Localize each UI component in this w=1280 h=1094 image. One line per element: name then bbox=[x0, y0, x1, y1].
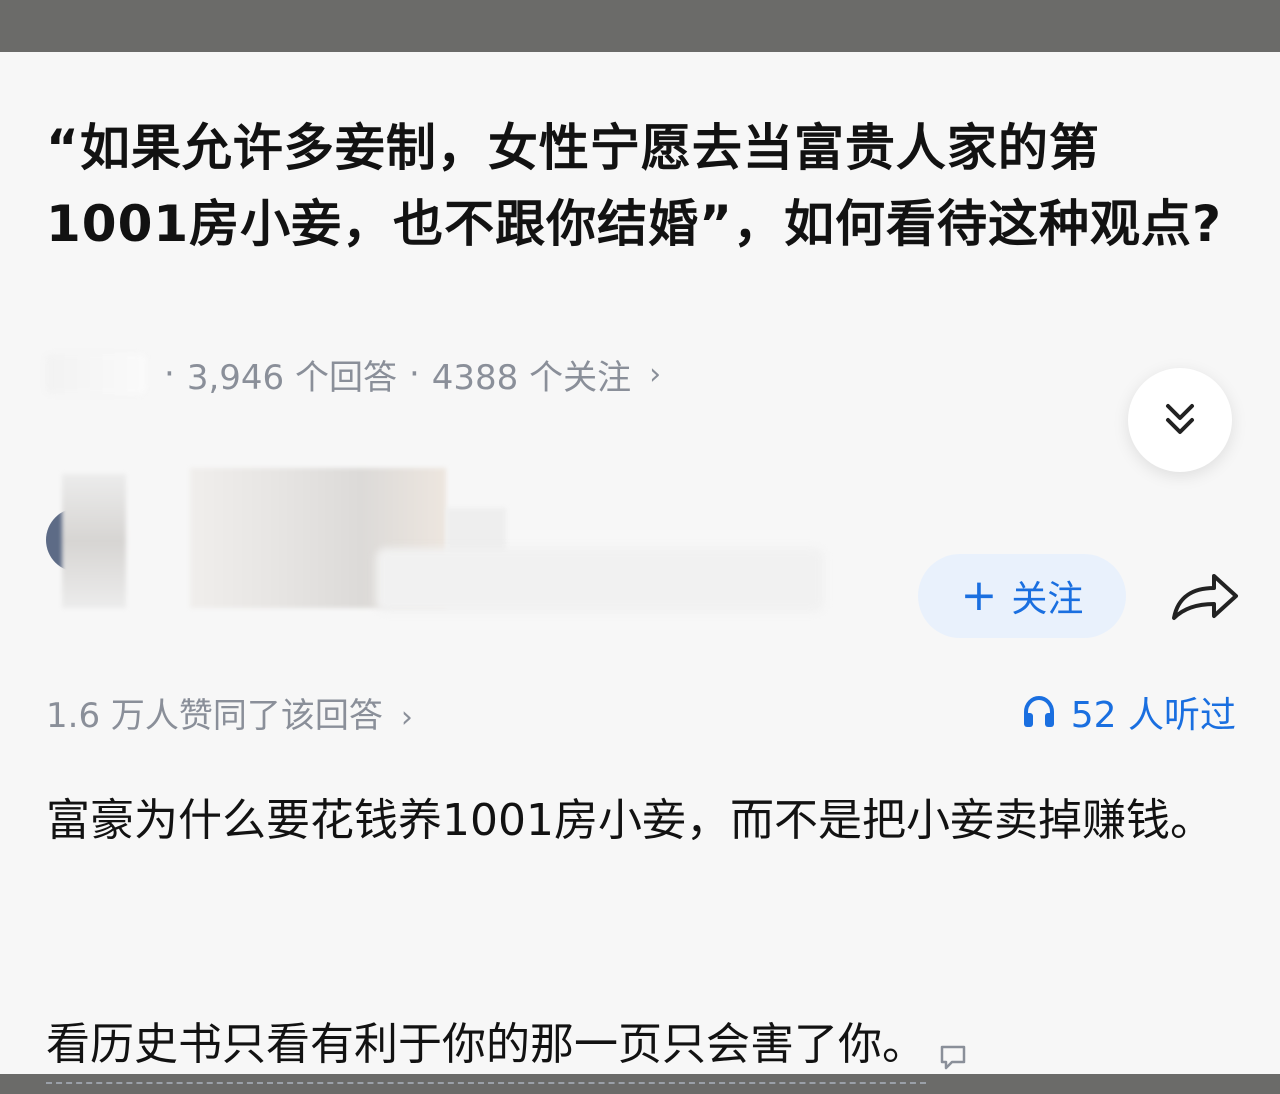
agree-count[interactable]: 1.6 万人赞同了该回答 › bbox=[46, 688, 413, 737]
listen-button[interactable]: 52 人听过 bbox=[1021, 686, 1236, 738]
plus-icon: + bbox=[960, 570, 998, 621]
follow-button[interactable]: + 关注 bbox=[918, 554, 1126, 638]
agree-text: 1.6 万人赞同了该回答 bbox=[46, 695, 383, 736]
chevron-right-icon: › bbox=[649, 356, 662, 392]
meta-separator: · bbox=[408, 354, 420, 394]
blurred-author-info bbox=[62, 474, 126, 608]
stats-row: 1.6 万人赞同了该回答 › 52 人听过 bbox=[46, 688, 1236, 736]
headphones-icon bbox=[1023, 695, 1054, 727]
answer-paragraph: 看历史书只看有利于你的那一页只会害了你。 bbox=[46, 1010, 926, 1084]
follows-count: 4388 个关注 bbox=[431, 357, 632, 398]
blurred-author-info bbox=[376, 548, 824, 612]
collapse-button[interactable] bbox=[1128, 368, 1232, 472]
comment-bubble-icon[interactable] bbox=[938, 1042, 968, 1072]
answer-paragraph-commentable[interactable]: 看历史书只看有利于你的那一页只会害了你。 bbox=[46, 1010, 1236, 1084]
listened-text: 52 人听过 bbox=[1070, 695, 1236, 736]
blurred-topic bbox=[46, 354, 146, 394]
share-arrow-icon[interactable] bbox=[1168, 566, 1242, 626]
follow-label: 关注 bbox=[1011, 579, 1084, 620]
chevron-right-icon: › bbox=[400, 699, 413, 735]
answer-paragraph: 富豪为什么要花钱养1001房小妾，而不是把小妾卖掉赚钱。 bbox=[46, 795, 1214, 846]
question-meta[interactable]: · 3,946 个回答 · 4388 个关注 › bbox=[46, 352, 662, 398]
meta-separator: · bbox=[164, 354, 175, 394]
answers-count: 3,946 个回答 bbox=[186, 357, 397, 398]
question-title[interactable]: “如果允许多妾制，女性宁愿去当富贵人家的第1001房小妾，也不跟你结婚”，如何看… bbox=[46, 110, 1236, 262]
answer-card: “如果允许多妾制，女性宁愿去当富贵人家的第1001房小妾，也不跟你结婚”，如何看… bbox=[0, 52, 1280, 1084]
double-chevron-down-icon bbox=[1166, 404, 1194, 434]
